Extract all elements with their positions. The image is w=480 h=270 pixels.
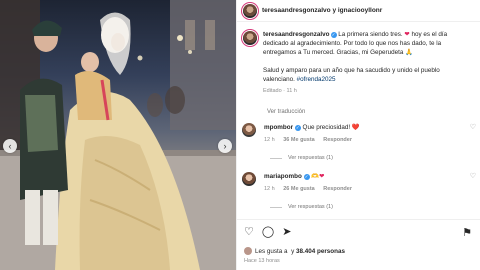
divider — [270, 206, 282, 208]
heart-emoji: ❤ — [404, 31, 410, 38]
caption-username[interactable]: teresaandresgonzalvo — [263, 31, 330, 38]
view-replies-button[interactable]: Ver respuestas (1) — [270, 204, 333, 210]
comment-emoji: 🫶❤ — [311, 173, 325, 180]
comment-item: mpombor ✓ Que preciosidad! ❤️ 12 h 36 Me… — [242, 123, 476, 145]
comment-text: Que preciosidad! — [302, 124, 351, 131]
comment-item: mariapombo ✓ 🫶❤ 12 h 26 Me gusta Respond… — [242, 172, 476, 194]
see-translation-link[interactable]: Ver traducción — [267, 109, 305, 115]
post-actions: ♡ ◯ ➤ ⚑ Les gusta a y 38.404 personas Ha… — [236, 219, 480, 270]
reply-button[interactable]: Responder — [323, 186, 352, 192]
instagram-post-view: ‹ › teresaandresgonzalvo y ignaciooyllon… — [0, 0, 480, 270]
likes-summary[interactable]: Les gusta a y 38.404 personas — [244, 247, 345, 255]
chevron-left-icon: ‹ — [8, 141, 12, 151]
avatar — [244, 247, 252, 255]
view-replies-label: Ver respuestas (1) — [288, 204, 333, 210]
caption-paragraph-2: Salud y amparo para un año que ha sacudi… — [263, 67, 440, 83]
comment-body: mpombor ✓ Que preciosidad! ❤️ 12 h 36 Me… — [264, 123, 466, 145]
avatar[interactable] — [243, 3, 257, 18]
comment-time: 12 h — [264, 186, 275, 192]
action-icons: ♡ ◯ ➤ — [244, 226, 299, 238]
avatar[interactable] — [243, 31, 257, 45]
comment-likes[interactable]: 26 Me gusta — [283, 186, 314, 192]
photo-illustration — [0, 0, 236, 270]
comment-meta: 12 h 26 Me gusta Responder — [264, 185, 466, 194]
comment-emoji: ❤️ — [351, 124, 360, 131]
caption: teresaandresgonzalvo ✓ La primera siendo … — [243, 30, 477, 96]
verified-badge-icon: ✓ — [303, 174, 310, 180]
bookmark-icon[interactable]: ⚑ — [462, 226, 472, 239]
caption-body: teresaandresgonzalvo ✓ La primera siendo … — [263, 30, 473, 96]
verified-badge-icon: ✓ — [330, 32, 337, 38]
caption-edited-time: Editado · 11 h — [263, 88, 297, 94]
comment-body: mariapombo ✓ 🫶❤ 12 h 26 Me gusta Respond… — [264, 172, 466, 194]
comment-username[interactable]: mariapombo — [264, 173, 302, 180]
chevron-right-icon: › — [223, 141, 227, 151]
hashtag-link[interactable]: #ofrenda2025 — [297, 76, 336, 83]
hands-emoji: 🙏 — [405, 49, 413, 56]
comment-likes[interactable]: 36 Me gusta — [283, 137, 314, 143]
likes-prefix: Les gusta a — [255, 247, 288, 255]
comment-icon[interactable]: ◯ — [262, 226, 274, 238]
post-authors[interactable]: teresaandresgonzalvo y ignaciooyllonr — [262, 7, 382, 14]
previous-photo-button[interactable]: ‹ — [3, 139, 17, 153]
heart-outline-icon[interactable]: ♡ — [244, 226, 254, 238]
comment-username[interactable]: mpombor — [264, 124, 293, 131]
heart-outline-icon[interactable]: ♡ — [466, 123, 476, 145]
avatar[interactable] — [242, 172, 256, 186]
view-replies-label: Ver respuestas (1) — [288, 155, 333, 161]
post-photo[interactable]: ‹ › — [0, 0, 236, 270]
verified-badge-icon: ✓ — [294, 125, 301, 131]
likes-count[interactable]: 38.404 personas — [296, 248, 345, 255]
post-header: teresaandresgonzalvo y ignaciooyllonr — [237, 0, 480, 22]
post-time: Hace 13 horas — [244, 258, 280, 264]
heart-outline-icon[interactable]: ♡ — [466, 172, 476, 194]
avatar[interactable] — [242, 123, 256, 137]
likes-conjunction: y — [291, 247, 295, 255]
share-icon[interactable]: ➤ — [282, 226, 291, 238]
comment-meta: 12 h 36 Me gusta Responder — [264, 136, 466, 145]
comment-time: 12 h — [264, 137, 275, 143]
divider — [270, 157, 282, 159]
next-photo-button[interactable]: › — [218, 139, 232, 153]
view-replies-button[interactable]: Ver respuestas (1) — [270, 155, 333, 161]
caption-text-1: La primera siendo tres. — [338, 31, 403, 38]
reply-button[interactable]: Responder — [323, 137, 352, 143]
